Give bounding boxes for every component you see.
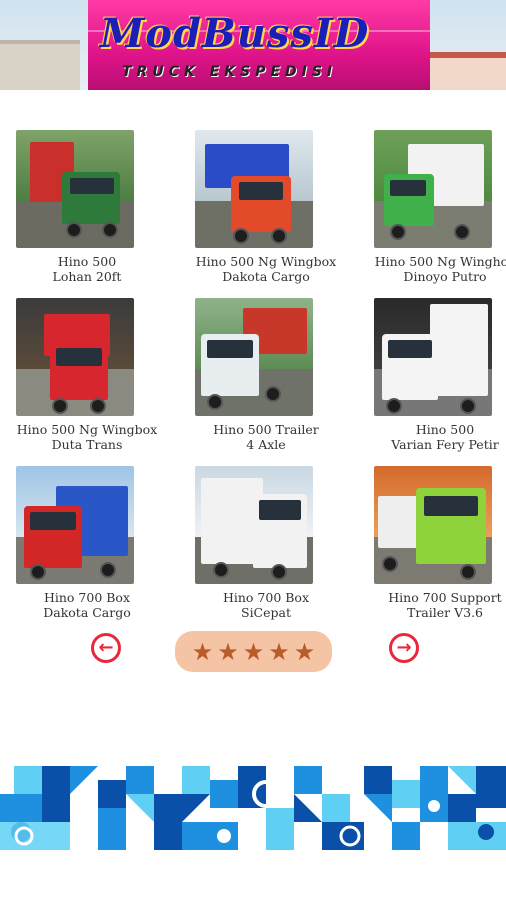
- banner-title: ModBussID: [100, 10, 370, 57]
- mod-card[interactable]: Hino 700 Box SiCepat: [195, 466, 313, 620]
- arrow-left-icon[interactable]: ←: [91, 633, 121, 663]
- star-icon: ★: [242, 637, 265, 666]
- pattern-graphic: [0, 766, 506, 850]
- banner-subtitle: TRUCK EKSPEDISI: [122, 64, 338, 80]
- mod-title-line2: Dakota Cargo: [43, 605, 131, 620]
- header-banner: ModBussID TRUCK EKSPEDISI: [0, 0, 506, 90]
- mod-title-line1: Hino 500 Trailer: [213, 422, 319, 437]
- mod-thumbnail[interactable]: [195, 298, 313, 416]
- mod-card[interactable]: Hino 500 Ng Wingbox Dakota Cargo: [195, 130, 336, 284]
- mod-thumbnail[interactable]: [16, 298, 134, 416]
- mod-thumbnail[interactable]: [374, 466, 492, 584]
- mod-title-line2: Lohan 20ft: [52, 269, 122, 284]
- mod-card[interactable]: Hino 700 Box Dakota Cargo: [16, 466, 134, 620]
- mod-title-line1: Hino 700 Box: [43, 590, 131, 605]
- mod-thumbnail[interactable]: [374, 298, 492, 416]
- mod-title-line1: Hino 700 Support: [388, 590, 502, 605]
- mod-title-line2: Varian Fery Petir: [391, 437, 499, 452]
- mod-thumbnail[interactable]: [195, 130, 313, 248]
- mod-title-line1: Hino 700 Box: [222, 590, 310, 605]
- prev-page-button[interactable]: ←: [91, 633, 121, 663]
- mod-title-line1: Hino 500 Ng Wingbox: [16, 422, 158, 437]
- mod-title-line1: Hino 500: [415, 422, 475, 437]
- mod-title-line1: Hino 500 Ng Wingbox: [195, 254, 337, 269]
- mod-title-line2: 4 Axle: [246, 437, 286, 452]
- mod-card[interactable]: Hino 500 Trailer 4 Axle: [195, 298, 319, 452]
- rating-button[interactable]: ★ ★ ★ ★ ★: [175, 631, 332, 672]
- mod-thumbnail[interactable]: [374, 130, 492, 248]
- mod-title-line2: SiCepat: [241, 605, 291, 620]
- mod-title-line2: Trailer V3.6: [406, 605, 483, 620]
- star-icon: ★: [293, 637, 316, 666]
- next-page-button[interactable]: →: [389, 633, 419, 663]
- mod-card[interactable]: Hino 500 Lohan 20ft: [16, 130, 134, 284]
- mod-title-line2: Duta Trans: [51, 437, 123, 452]
- star-icon: ★: [268, 637, 290, 666]
- mod-title-line1: Hino 500 Ng Winghox: [374, 254, 506, 269]
- mod-title-line2: Dinoyo Putro: [403, 269, 487, 284]
- mod-title-line2: Dakota Cargo: [222, 269, 310, 284]
- arrow-right-icon[interactable]: →: [389, 633, 419, 663]
- mod-title-line1: Hino 500: [57, 254, 117, 269]
- mod-card[interactable]: Hino 700 Support Trailer V3.6: [374, 466, 502, 620]
- mod-thumbnail[interactable]: [16, 466, 134, 584]
- banner-building-left: [0, 40, 80, 90]
- mod-card[interactable]: Hino 500 Ng Winghox Dinoyo Putro: [374, 130, 506, 284]
- star-icon: ★: [191, 637, 214, 666]
- star-icon: ★: [217, 637, 239, 666]
- mod-card[interactable]: Hino 500 Varian Fery Petir: [374, 298, 499, 452]
- mod-thumbnail[interactable]: [195, 466, 313, 584]
- mod-card[interactable]: Hino 500 Ng Wingbox Duta Trans: [16, 298, 157, 452]
- mod-thumbnail[interactable]: [16, 130, 134, 248]
- decorative-pattern: [0, 766, 506, 850]
